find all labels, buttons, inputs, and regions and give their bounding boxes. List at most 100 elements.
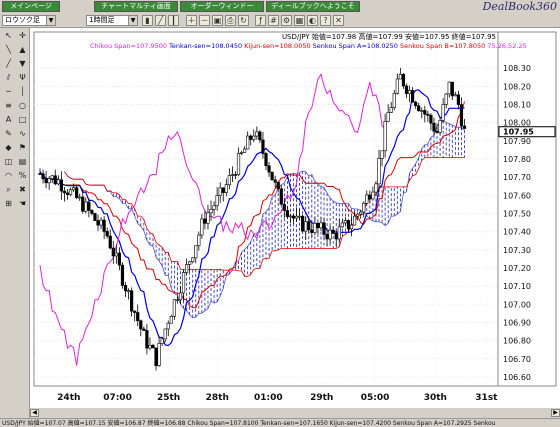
y-tick-label: 107.00 <box>503 300 531 309</box>
candle <box>414 101 418 107</box>
zoom-out-icon[interactable]: － <box>199 15 210 26</box>
y-tick-label: 107.80 <box>503 155 531 164</box>
candle <box>108 235 112 249</box>
candle <box>93 213 97 221</box>
candle <box>456 94 461 105</box>
channel-icon[interactable]: ⫽ <box>2 72 15 83</box>
candle <box>56 179 60 185</box>
candle <box>462 125 467 129</box>
bar-chart-icon[interactable]: ┃ <box>168 15 179 26</box>
trendline-icon[interactable]: ╱ <box>2 58 15 69</box>
candle <box>96 220 100 226</box>
y-tick-label: 107.10 <box>503 282 531 291</box>
candle <box>194 245 198 259</box>
pen-icon[interactable]: ✎ <box>2 128 15 139</box>
grid-icon[interactable]: ⊞ <box>2 198 15 209</box>
x-tick-label: 05:00 <box>361 393 390 403</box>
x-tick-label: 29th <box>310 393 333 403</box>
color-icon[interactable]: ◆ <box>2 142 15 153</box>
print-icon[interactable]: ⎙ <box>225 15 236 26</box>
scroll-right-icon[interactable]: ▶ <box>551 409 560 417</box>
draw-icon[interactable]: ∿ <box>16 128 29 139</box>
candle <box>59 179 63 192</box>
rect-icon[interactable]: □ <box>16 114 29 125</box>
candle <box>371 191 375 200</box>
candle <box>435 130 439 133</box>
scroll-left-icon[interactable]: ◀ <box>30 409 39 417</box>
candle <box>90 210 94 214</box>
candle <box>145 330 149 349</box>
chevron-down-icon: ▼ <box>128 16 137 25</box>
candle <box>102 219 106 232</box>
candle <box>230 174 235 176</box>
tab-chart-multi[interactable]: チャートマルティ画面 <box>94 1 178 12</box>
chart-type-select[interactable]: ロウソク足 ▼ <box>2 15 56 26</box>
hand-icon[interactable]: ☚ <box>16 198 29 209</box>
tab-order-window[interactable]: オーダーウィンドー <box>180 1 264 12</box>
help-icon[interactable]: ? <box>320 15 331 26</box>
status-bar: USD/JPY 始値=107.07 高値=107.15 安値=106.87 終値… <box>0 418 560 427</box>
vline-icon[interactable]: │ <box>16 86 29 97</box>
arrow-up-icon[interactable]: ▲ <box>16 44 29 55</box>
cursor-icon[interactable]: ↖ <box>2 30 15 41</box>
candle <box>117 252 122 266</box>
y-tick-label: 107.20 <box>503 264 531 273</box>
cycle-icon[interactable]: ◠ <box>2 170 15 181</box>
chevron-down-icon: ▼ <box>46 16 55 25</box>
settings-icon[interactable]: ⚙ <box>281 15 292 26</box>
label-icon[interactable]: ◫ <box>2 156 15 167</box>
tile-icon[interactable]: ▦ <box>294 15 305 26</box>
ellipse-icon[interactable]: ○ <box>16 100 29 111</box>
chart-canvas[interactable]: 106.60 106.70 106.80 106.90 107.00 107.10 107.… <box>30 28 560 408</box>
price-chart[interactable]: 106.60 106.70 106.80 106.90 107.00 107.10 107.… <box>30 28 560 408</box>
candle <box>340 222 344 228</box>
x-tick-label: 28th <box>206 393 229 403</box>
candle <box>322 222 326 235</box>
candle <box>120 264 125 286</box>
color-icon[interactable]: ◐ <box>307 15 318 26</box>
flag-icon[interactable]: ⚑ <box>16 142 29 153</box>
percent-icon[interactable]: % <box>16 170 29 181</box>
text-icon[interactable]: A <box>2 114 15 125</box>
candle <box>224 184 228 193</box>
pitchfork-icon[interactable]: Ψ <box>16 72 29 83</box>
arrow-down-icon[interactable]: ▼ <box>16 58 29 69</box>
line-icon[interactable]: ╲ <box>2 44 15 55</box>
refresh-icon[interactable]: ↻ <box>238 15 249 26</box>
candle <box>307 221 311 231</box>
candle <box>291 215 296 219</box>
line-chart-icon[interactable]: ╱ <box>155 15 166 26</box>
delete-icon[interactable]: ✖ <box>16 184 29 195</box>
zoom-in-icon[interactable]: ＋ <box>186 15 197 26</box>
save-icon[interactable]: ▣ <box>212 15 223 26</box>
candle <box>368 194 372 200</box>
candle <box>123 285 128 292</box>
zoom-icon[interactable]: ⌕ <box>2 184 15 195</box>
tab-welcome[interactable]: ディールブックへようこそ <box>266 1 360 12</box>
candle <box>50 175 54 179</box>
close-icon[interactable]: ✕ <box>333 15 344 26</box>
candle <box>233 174 238 176</box>
y-tick-label: 107.90 <box>503 137 531 146</box>
candle <box>331 229 335 234</box>
hline-icon[interactable]: ─ <box>2 86 15 97</box>
candle <box>392 92 396 108</box>
timeframe-select[interactable]: 1時間足 ▼ <box>86 15 138 26</box>
candle <box>285 210 289 217</box>
indicator-icon[interactable]: ƒ <box>255 15 266 26</box>
candle <box>255 131 259 137</box>
fib-icon[interactable]: ≡ <box>2 100 15 111</box>
candle <box>65 192 70 196</box>
candle <box>148 344 152 349</box>
candle <box>126 290 131 293</box>
chart-scrollbar[interactable]: ◀ ▶ <box>30 408 560 418</box>
indicator-value: Senkou Span A=108.0250 <box>311 42 398 50</box>
candle-icon[interactable]: ▮ <box>142 15 153 26</box>
candle <box>227 175 231 186</box>
candle <box>221 187 225 193</box>
note-icon[interactable]: ▤ <box>16 156 29 167</box>
crosshair-icon[interactable]: ✛ <box>16 30 29 41</box>
tab-main-page[interactable]: メインページ <box>2 1 60 12</box>
candle <box>87 201 91 211</box>
grid-icon[interactable]: # <box>268 15 279 26</box>
